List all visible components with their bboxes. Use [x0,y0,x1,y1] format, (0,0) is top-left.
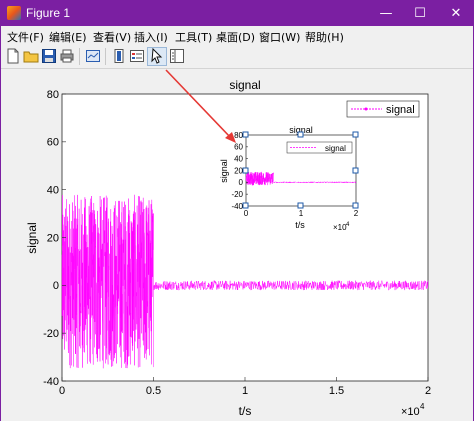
y-tick-label: 60 [47,137,59,149]
main-legend-marker [364,107,368,111]
x-tick-label: 1.5 [329,385,344,397]
main-ylabel: signal [25,222,39,253]
x-tick-label: 0 [244,209,249,218]
menu-window[interactable]: 窗口(W) [259,29,300,45]
menu-view[interactable]: 查看(V) [93,29,131,45]
toolbar [1,45,473,69]
y-tick-label: 40 [234,154,243,163]
plot-canvas: -40-200204060800 0.5 1 1.5 2 signal t/s sign… [25,69,431,418]
x-tick-label: 2 [425,385,431,397]
title-bar[interactable]: Figure 1 — ☐ ✕ [1,1,474,26]
y-tick-label: 40 [47,185,59,197]
x-tick-label: 2 [354,209,359,218]
insert-legend-icon[interactable] [129,48,145,64]
menu-file[interactable]: 文件(F) [7,29,44,45]
main-legend-label: signal [386,104,415,116]
menu-insert[interactable]: 插入(I) [134,29,168,45]
main-legend[interactable]: signal [346,100,420,118]
main-title: signal [229,78,260,92]
y-tick-label: -20 [43,328,59,340]
x-tick-label: 1 [299,209,304,218]
maximize-button[interactable]: ☐ [403,1,437,26]
menu-desktop[interactable]: 桌面(D) [216,29,255,45]
print-icon[interactable] [59,48,75,64]
y-tick-label: -40 [43,376,59,388]
insert-colorbar-icon[interactable] [111,48,127,64]
main-x-exponent: ×10 [401,406,420,418]
inset-ylabel: signal [219,159,229,183]
y-tick-label: 60 [234,143,243,152]
inset-x-exponent: ×10 [333,223,347,232]
main-xlabel: t/s [239,404,252,418]
x-tick-label: 0.5 [146,385,161,397]
open-file-icon[interactable] [23,48,39,64]
window-title: Figure 1 [26,6,71,20]
inset-legend-label: signal [325,144,346,153]
y-tick-label: 0 [53,280,59,292]
inset-xlabel: t/s [295,220,305,230]
menu-edit[interactable]: 编辑(E) [49,29,87,45]
close-button[interactable]: ✕ [439,1,473,26]
menu-tools[interactable]: 工具(T) [175,29,212,45]
y-tick-label: 80 [234,131,243,140]
menu-bar: 文件(F) 编辑(E) 查看(V) 插入(I) 工具(T) 桌面(D) 窗口(W… [1,26,473,45]
new-figure-icon[interactable] [5,48,21,64]
inset-legend[interactable]: signal [286,141,353,154]
toolbar-separator [105,48,106,65]
main-x-exponent-power: 4 [420,402,425,411]
y-tick-label: 0 [239,178,244,187]
y-tick-label: 80 [47,89,59,101]
matlab-icon [7,6,21,20]
edit-plot-arrow-icon[interactable] [149,48,165,64]
minimize-button[interactable]: — [369,1,403,26]
property-inspector-icon[interactable] [169,48,185,64]
link-plot-icon[interactable] [85,48,101,64]
toolbar-separator [79,48,80,65]
x-tick-label: 0 [59,385,65,397]
x-tick-label: 1 [242,385,248,397]
menu-help[interactable]: 帮助(H) [305,29,344,45]
y-tick-label: -40 [231,202,243,211]
save-icon[interactable] [41,48,57,64]
y-tick-label: 20 [234,166,243,175]
y-tick-label: -20 [231,190,243,199]
y-tick-label: 20 [47,232,59,244]
